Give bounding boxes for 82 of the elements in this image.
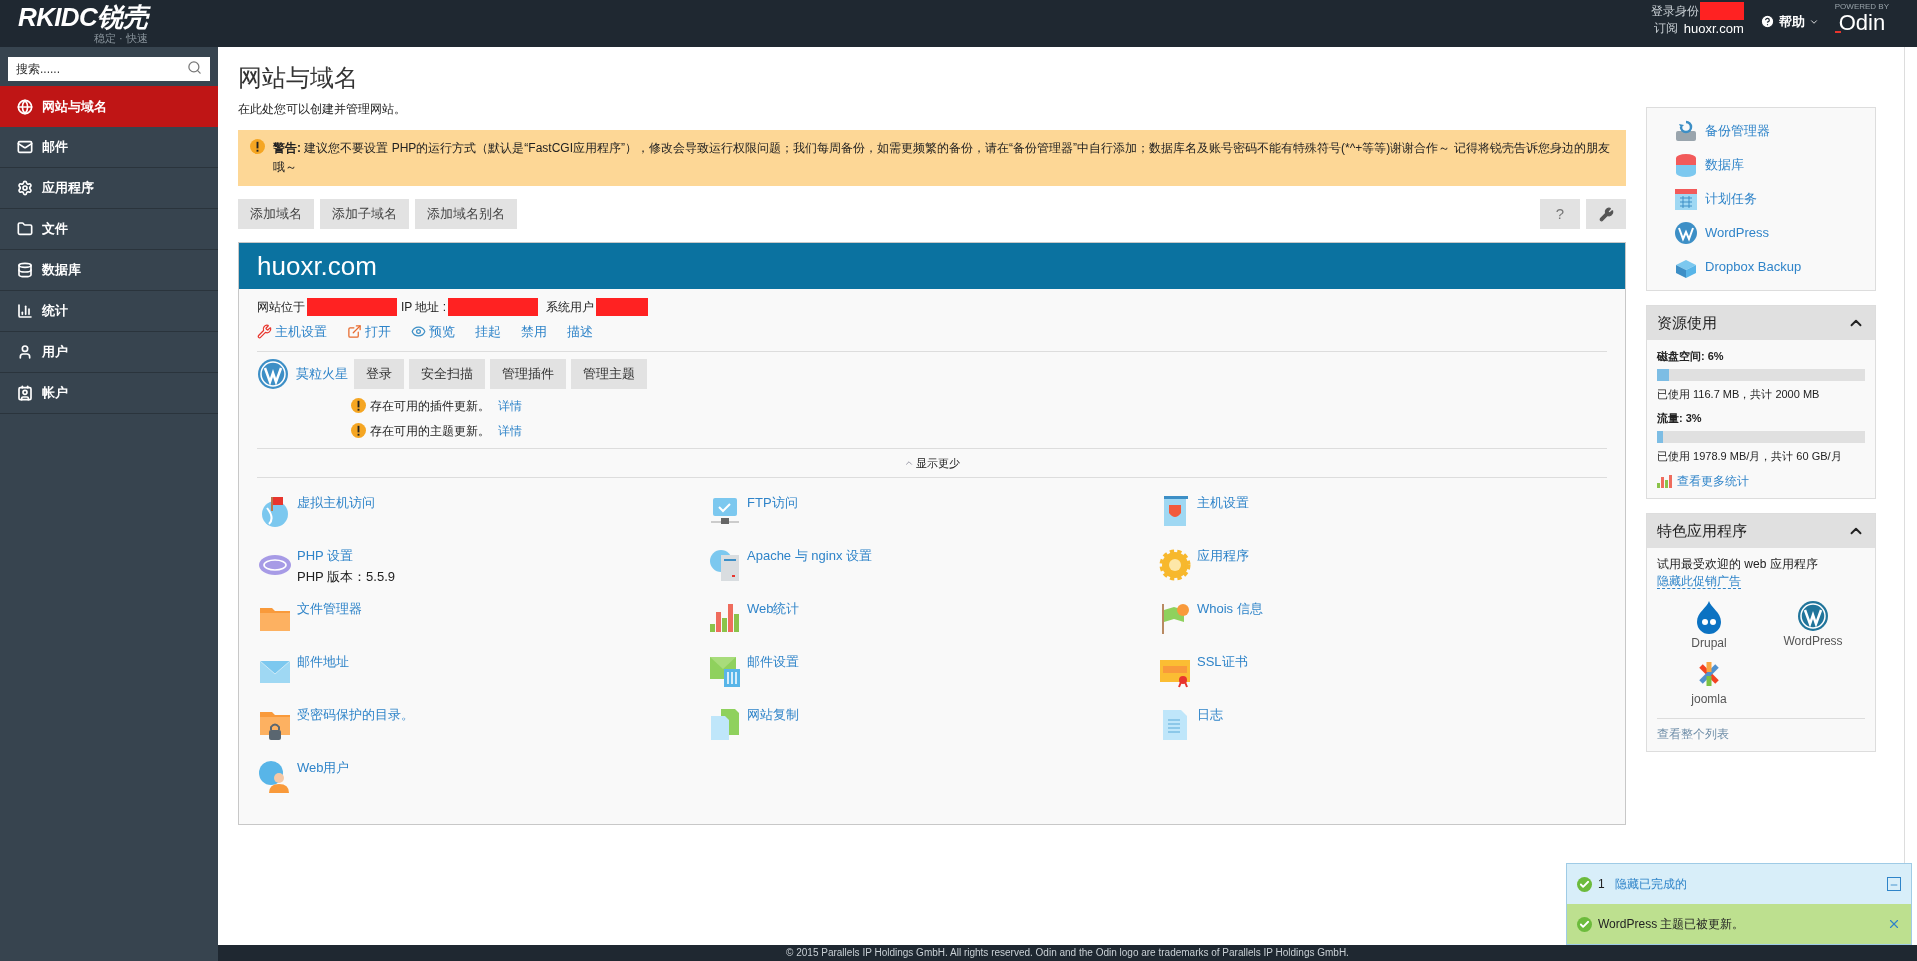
tool-link[interactable]: PHP 设置 xyxy=(297,547,396,565)
meter-label: 磁盘空间: 6% xyxy=(1657,349,1725,364)
tool-link[interactable]: 邮件地址 xyxy=(297,653,349,671)
toolbar-button[interactable]: 添加子域名 xyxy=(320,199,409,229)
hide-promo-link[interactable]: 隐藏此促销广告 xyxy=(1657,574,1741,589)
meter-reading: 已使用 1978.9 MB/月，共计 60 GB/月 xyxy=(1657,448,1843,464)
sidebar-item[interactable]: 帐户 xyxy=(0,373,218,414)
update-notice: 存在可用的主题更新。 xyxy=(370,422,490,440)
quick-link[interactable]: WordPress xyxy=(1673,220,1849,246)
help-menu[interactable]: 帮助 xyxy=(1759,12,1819,32)
tool-link[interactable]: 应用程序 xyxy=(1197,547,1249,565)
meter-reading: 已使用 116.7 MB，共计 2000 MB xyxy=(1657,386,1821,402)
tagline: 稳定 · 快速 xyxy=(94,32,148,44)
quick-link[interactable]: 计划任务 xyxy=(1673,186,1849,212)
wordpress-button[interactable]: 安全扫描 xyxy=(409,358,485,389)
app-tile[interactable]: joomla xyxy=(1657,658,1761,708)
sidebar-item[interactable]: 统计 xyxy=(0,291,218,332)
brand-logo[interactable]: Odin xyxy=(1838,11,1886,35)
tool-link[interactable]: 网站复制 xyxy=(747,706,799,724)
details-link[interactable]: 详情 xyxy=(498,421,522,440)
quick-link[interactable]: Dropbox Backup xyxy=(1673,254,1849,280)
details-link[interactable]: 详情 xyxy=(498,396,522,415)
tool-link[interactable]: 虚拟主机访问 xyxy=(297,494,375,512)
subscription-label: 订阅 xyxy=(1653,20,1678,37)
sidebar-item[interactable]: 网站与域名 xyxy=(0,86,218,127)
wordpress-button[interactable]: 管理插件 xyxy=(490,358,566,389)
sidebar-item[interactable]: 应用程序 xyxy=(0,168,218,209)
sidebar-item[interactable]: 用户 xyxy=(0,332,218,373)
tool-link[interactable]: SSL证书 xyxy=(1197,653,1248,671)
subscription-menu[interactable]: huoxr.com xyxy=(1683,20,1744,37)
tool-link[interactable]: 受密码保护的目录。 xyxy=(297,706,414,724)
app-tile[interactable]: WordPress xyxy=(1761,600,1865,652)
quick-link[interactable]: 备份管理器 xyxy=(1673,118,1849,144)
page-description: 在此处您可以创建并管理网站。 xyxy=(238,101,407,118)
more-stats-link[interactable]: 查看更多统计 xyxy=(1657,472,1865,490)
wordpress-button[interactable]: 管理主题 xyxy=(571,358,647,389)
login-label: 登录身份 xyxy=(1650,2,1699,20)
full-list-link[interactable]: 查看整个列表 xyxy=(1657,727,1729,741)
domain-link[interactable]: 预览 xyxy=(411,322,455,342)
domain-link[interactable]: 禁用 xyxy=(521,322,547,342)
tool-link[interactable]: Web用户 xyxy=(297,759,350,777)
quick-link[interactable]: 数据库 xyxy=(1673,152,1849,178)
powered-by-label: POWERED BY xyxy=(1834,2,1889,11)
panel-header[interactable]: 特色应用程序 xyxy=(1647,514,1875,548)
domain-link[interactable]: 打开 xyxy=(347,322,391,342)
info-label: 系统用户 xyxy=(546,299,595,316)
tool-link[interactable]: 日志 xyxy=(1197,706,1223,724)
toolbar-button[interactable]: 添加域名别名 xyxy=(415,199,517,229)
info-label: IP 地址 : xyxy=(401,299,447,316)
sidebar-item[interactable]: 文件 xyxy=(0,209,218,250)
tool-link[interactable]: 邮件设置 xyxy=(747,653,799,671)
panel-header[interactable]: 资源使用 xyxy=(1647,306,1875,340)
meter-label: 流量: 3% xyxy=(1657,411,1703,426)
show-less-toggle[interactable]: 显示更少 xyxy=(904,448,960,477)
tool-link[interactable]: FTP访问 xyxy=(747,494,798,512)
toolbar-button[interactable]: 添加域名 xyxy=(238,199,314,229)
warning-text: 警告: 建议您不要设置 PHP的运行方式（默认是“FastCGI应用程序”），修改会导致运行权限问题；我们每周备份，如需更频繁的备份，请在“备份管理器”中自行添加；数据库名及账号密码不能有特殊符号(*^+等等)谢谢合作～ 记得将锐壳告诉您身边的朋友哦～ xyxy=(273,140,1611,176)
domain-link[interactable]: 挂起 xyxy=(475,322,501,342)
app-tile[interactable]: Drupal xyxy=(1657,600,1761,652)
tool-note: PHP 版本：5.5.9 xyxy=(297,568,396,586)
hide-completed-link[interactable]: 隐藏已完成的 xyxy=(1614,875,1881,893)
sidebar-item[interactable]: 数据库 xyxy=(0,250,218,291)
domain-link[interactable]: 描述 xyxy=(567,322,593,342)
search-field[interactable]: 搜索...... xyxy=(8,57,210,81)
tool-link[interactable]: Web统计 xyxy=(747,600,800,618)
help-button[interactable]: ? xyxy=(1540,199,1580,229)
domain-name[interactable]: huoxr.com xyxy=(257,246,377,286)
notification-text: WordPress 主题已被更新。 xyxy=(1598,916,1746,933)
featured-intro: 试用最受欢迎的 web 应用程序 隐藏此促销广告 xyxy=(1657,556,1819,590)
wordpress-button[interactable]: 登录 xyxy=(354,358,404,389)
tool-link[interactable]: 文件管理器 xyxy=(297,600,362,618)
update-notice: 存在可用的插件更新。 xyxy=(370,397,490,415)
tool-link[interactable]: 主机设置 xyxy=(1197,494,1249,512)
sidebar-item[interactable]: 邮件 xyxy=(0,127,218,168)
info-label: 网站位于 xyxy=(257,299,305,316)
tool-link[interactable]: Apache 与 nginx 设置 xyxy=(747,547,872,565)
completed-count: 1 xyxy=(1598,876,1605,893)
wordpress-site-link[interactable]: 莫粒火星 xyxy=(296,363,348,384)
tool-link[interactable]: Whois 信息 xyxy=(1197,600,1263,618)
page-title: 网站与域名 xyxy=(238,63,359,93)
domain-link[interactable]: 主机设置 xyxy=(257,322,327,342)
footer-text: © 2015 Parallels IP Holdings GmbH. All rights reserved. Odin and the Odin logo are trademarks of Parallels IP Holdings GmbH. xyxy=(786,947,1349,959)
